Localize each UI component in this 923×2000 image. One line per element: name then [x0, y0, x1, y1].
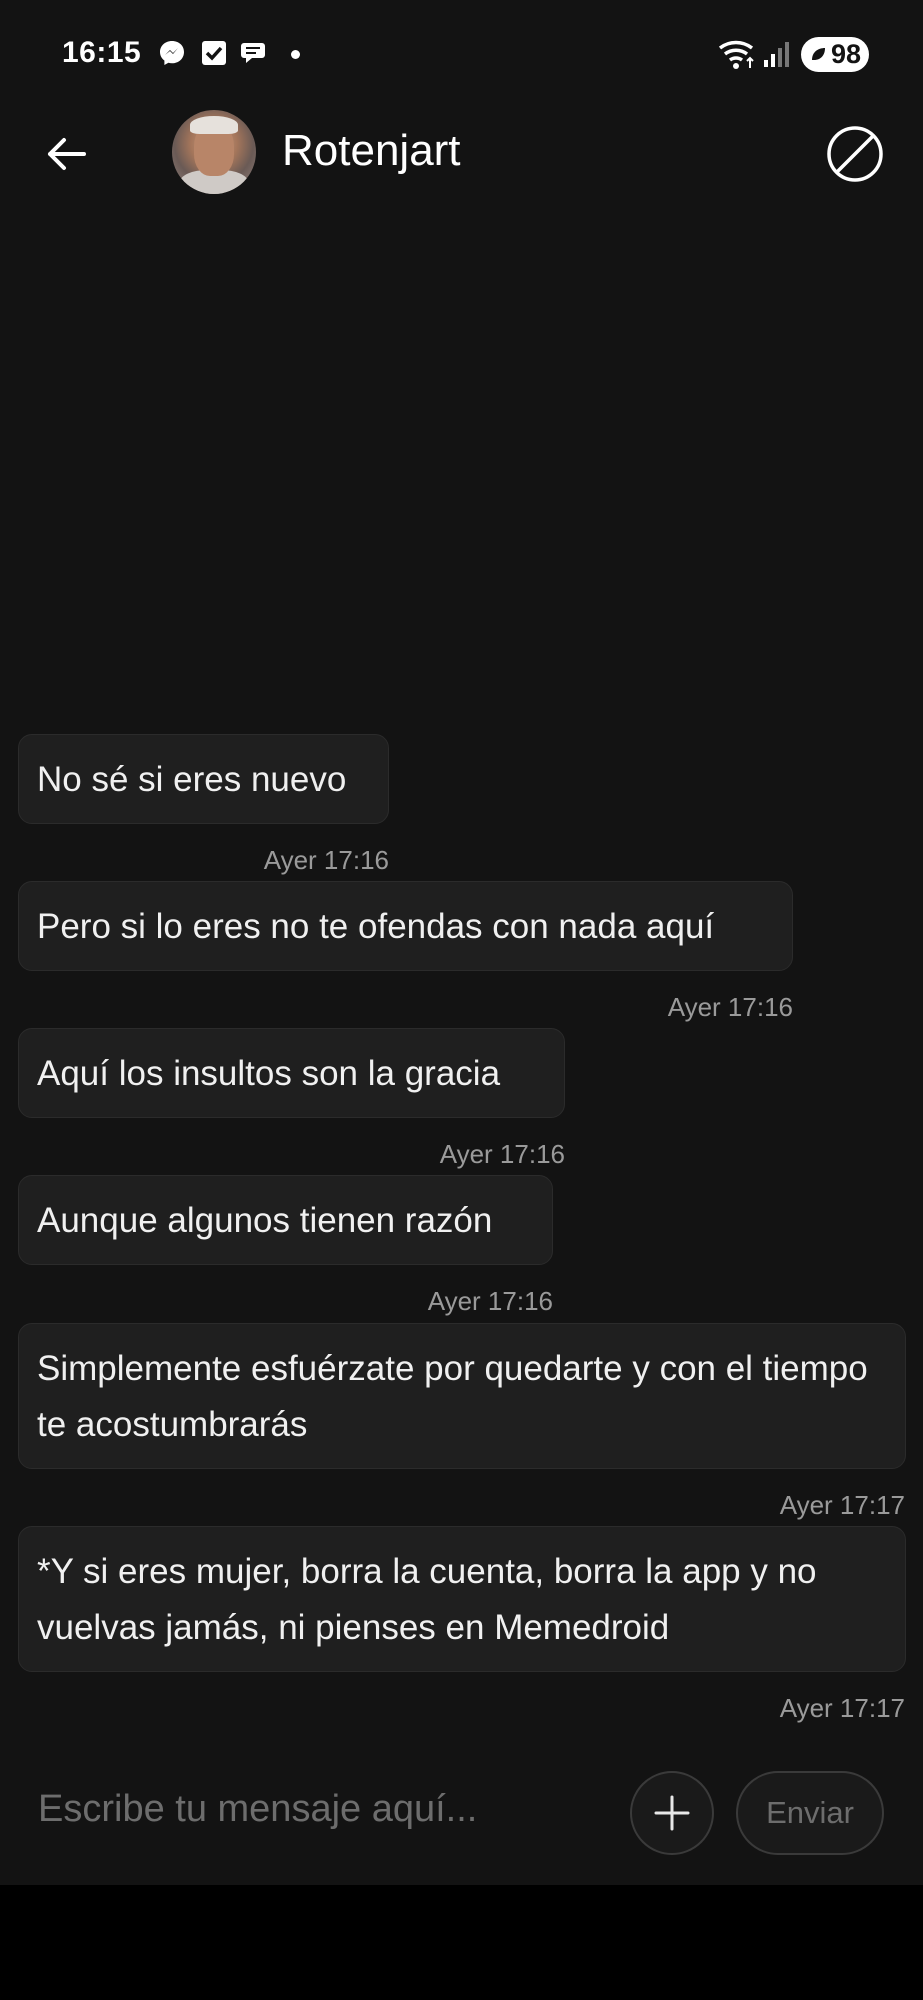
message-timestamp: Ayer 17:16 [263, 845, 389, 875]
status-time: 16:15 [62, 36, 142, 69]
messenger-icon [160, 41, 184, 65]
message-bubble[interactable]: Aunque algunos tienen razón [18, 1175, 553, 1265]
contact-name[interactable]: Rotenjart [282, 126, 461, 176]
block-icon[interactable] [826, 125, 884, 183]
system-navigation-bar [0, 1885, 923, 2000]
message-bubble[interactable]: Simplemente esfuérzate por quedarte y co… [18, 1323, 906, 1469]
checkbox-icon [202, 41, 226, 65]
status-bar: 16:15 98 [0, 0, 923, 108]
attach-button[interactable] [630, 1771, 714, 1855]
message-timestamp: Ayer 17:16 [439, 1139, 565, 1169]
message-text: Aquí los insultos son la gracia [37, 1054, 501, 1093]
message-timestamp: Ayer 17:16 [427, 1286, 553, 1316]
battery-level: 98 [830, 39, 861, 69]
message-bubble[interactable]: No sé si eres nuevo [18, 734, 389, 824]
message-text: Aunque algunos tienen razón [37, 1201, 493, 1240]
chat-header: Rotenjart [0, 108, 923, 200]
message-input[interactable]: Escribe tu mensaje aquí... [38, 1788, 477, 1831]
message-timestamp: Ayer 17:17 [779, 1693, 905, 1723]
cellular-signal-icon [764, 42, 789, 67]
message-bubble[interactable]: Aquí los insultos son la gracia [18, 1028, 565, 1118]
battery-saver-icon [812, 48, 825, 60]
wifi-icon [718, 40, 754, 69]
message-text: *Y si eres mujer, borra la cuenta, borra… [37, 1552, 817, 1647]
battery-indicator: 98 [801, 37, 869, 72]
arrow-left-icon[interactable] [44, 132, 88, 176]
chat-screen: 16:15 98 Rotenjart No sé si eres nuevo A… [0, 0, 923, 1885]
notification-dot-icon [291, 50, 300, 59]
message-text: Pero si lo eres no te ofendas con nada a… [37, 907, 715, 946]
message-timestamp: Ayer 17:16 [667, 992, 793, 1022]
avatar[interactable] [172, 110, 256, 194]
chat-bubble-icon [241, 43, 265, 63]
plus-icon [654, 1795, 690, 1831]
send-button[interactable]: Enviar [736, 1771, 884, 1855]
message-text: No sé si eres nuevo [37, 760, 347, 799]
message-bubble[interactable]: *Y si eres mujer, borra la cuenta, borra… [18, 1526, 906, 1672]
message-text: Simplemente esfuérzate por quedarte y co… [37, 1349, 868, 1444]
message-timestamp: Ayer 17:17 [779, 1490, 905, 1520]
message-bubble[interactable]: Pero si lo eres no te ofendas con nada a… [18, 881, 793, 971]
